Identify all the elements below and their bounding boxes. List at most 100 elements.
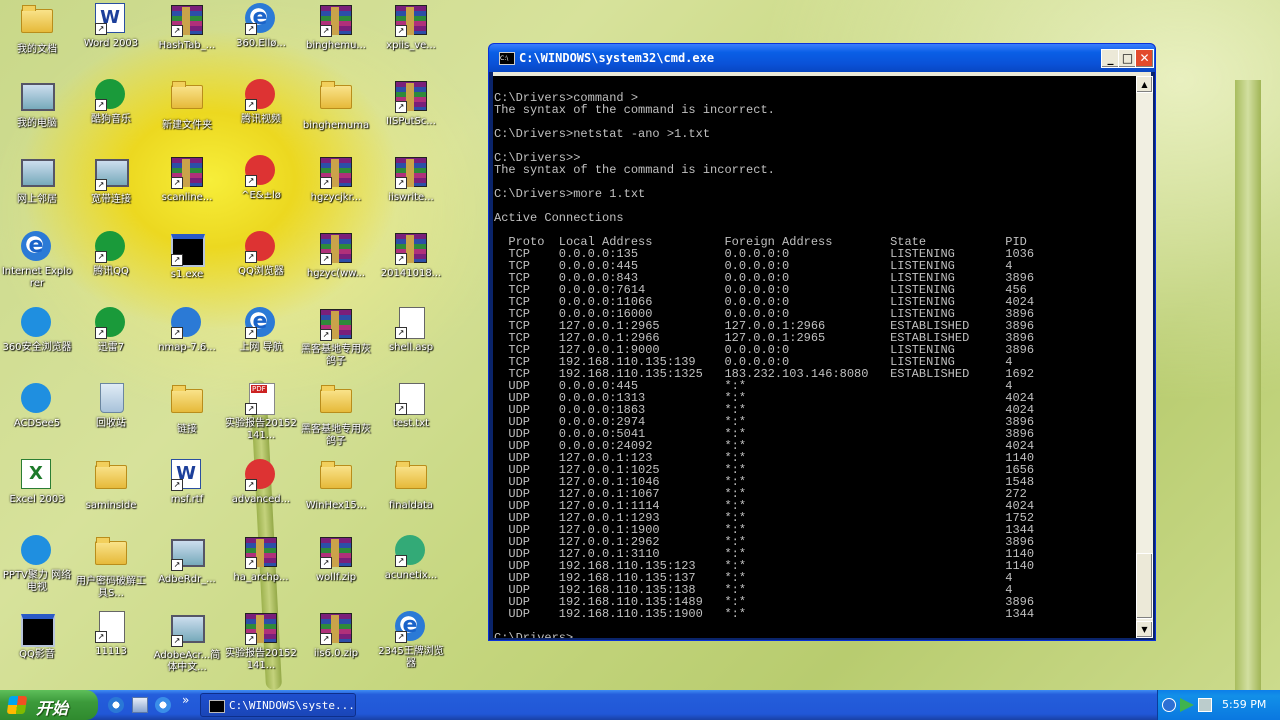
ie-icon: e ↗: [245, 3, 277, 35]
close-button[interactable]: ✕: [1135, 49, 1154, 68]
desktop-icon[interactable]: ↗ shell.asp: [374, 307, 448, 354]
desktop-icon[interactable]: binghemuma: [299, 79, 373, 132]
rar-icon: ↗: [320, 537, 352, 569]
desktop-icon-label: QQ影音: [19, 649, 55, 660]
desktop-icon[interactable]: ↗ 11113: [74, 611, 148, 658]
shortcut-arrow-icon: ↗: [245, 327, 257, 339]
desktop-icon[interactable]: finaldata: [374, 459, 448, 512]
scroll-up-button[interactable]: ▲: [1136, 76, 1153, 93]
shortcut-arrow-icon: ↗: [395, 555, 407, 567]
desktop-icon[interactable]: ↗ 宽带连接: [74, 155, 148, 206]
desktop-quicklaunch-icon[interactable]: [132, 697, 148, 713]
desktop-icon[interactable]: 360安全浏览器: [0, 307, 74, 354]
desktop-icon[interactable]: e ↗ 2345王牌浏览器: [374, 611, 448, 670]
desktop-icon[interactable]: ↗ AdbeRdr_...: [150, 535, 224, 586]
desktop-icon[interactable]: 我的电脑: [0, 79, 74, 130]
desktop-icon[interactable]: ↗ HashTab_...: [150, 3, 224, 52]
desktop-icon[interactable]: PPTV聚力 网络电视: [0, 535, 74, 594]
desktop-icon[interactable]: e ↗ 360.Ellø...: [224, 3, 298, 50]
desktop-icon[interactable]: ↗ iis6.0.zip: [299, 611, 373, 660]
desktop-icon-label: binghemuma: [302, 120, 370, 131]
console-output[interactable]: C:\Drivers>command > The syntax of the c…: [493, 76, 1136, 638]
desktop-icon-label: nmap-7.6...: [158, 342, 216, 353]
desktop-icon[interactable]: ↗ 黑客基地专用灰鸽子: [299, 307, 373, 368]
cmd-title-bar[interactable]: C:\ C:\WINDOWS\system32\cmd.exe _ □ ✕: [489, 44, 1155, 72]
desktop-icon[interactable]: ↗ s1.exe: [150, 231, 224, 281]
folder-icon: [95, 461, 127, 497]
desktop-icon[interactable]: ↗ 迅雷7: [74, 307, 148, 354]
desktop-icon[interactable]: W ↗ Word 2003: [74, 3, 148, 50]
desktop-icon[interactable]: ↗ wollf.zip: [299, 535, 373, 584]
browser-quicklaunch-icon[interactable]: [155, 697, 171, 713]
desktop-icon[interactable]: ↗ IISPutSc...: [374, 79, 448, 128]
pc-icon: ↗: [171, 539, 205, 571]
shortcut-arrow-icon: ↗: [320, 329, 332, 341]
desktop-icon[interactable]: saminside: [74, 459, 148, 512]
word-icon: W ↗: [171, 459, 203, 491]
desktop-icon[interactable]: ↗ nmap-7.6...: [150, 307, 224, 354]
desktop-icon-label: 360安全浏览器: [2, 342, 72, 353]
desktop-icon[interactable]: ↗ hgzyc(ww...: [299, 231, 373, 280]
tray-collapse-icon[interactable]: [1162, 698, 1176, 712]
desktop-icon[interactable]: 黑客基地专用灰鸽子: [299, 383, 373, 448]
rar-icon: ↗: [395, 157, 427, 189]
desktop-icon-label: 实验报告20152141...: [225, 648, 297, 671]
rar-icon: ↗: [395, 5, 427, 37]
desktop-icon[interactable]: ↗ ^E&±lø: [224, 155, 298, 202]
desktop-icon[interactable]: ↗ test.txt: [374, 383, 448, 430]
cmd-window[interactable]: C:\ C:\WINDOWS\system32\cmd.exe _ □ ✕ C:…: [488, 43, 1156, 641]
desktop-icon[interactable]: ↗ scanline...: [150, 155, 224, 204]
clock[interactable]: 5:59 PM: [1222, 698, 1266, 711]
shortcut-arrow-icon: ↗: [171, 479, 183, 491]
scroll-thumb[interactable]: [1136, 553, 1153, 619]
desktop-icon[interactable]: 网上邻居: [0, 155, 74, 206]
desktop-icon[interactable]: 回收站: [74, 383, 148, 430]
desktop-icon[interactable]: ↗ 腾讯视频: [224, 79, 298, 126]
desktop-icon[interactable]: ↗ AdobeAcr...简体中文...: [150, 611, 224, 674]
desktop-icon[interactable]: ↗ 实验报告20152141...: [224, 611, 298, 672]
doc-icon: ↗: [395, 383, 427, 415]
desktop-icon[interactable]: ↗ ha_archp...: [224, 535, 298, 584]
desktop-icon[interactable]: ↗ hgzycjkr...: [299, 155, 373, 204]
desktop-icon[interactable]: ↗ 酷狗音乐: [74, 79, 148, 126]
round-icon: ↗: [95, 307, 127, 339]
desktop-icon[interactable]: 我的文档: [0, 3, 74, 56]
cmd-window-icon[interactable]: C:\: [499, 52, 515, 65]
desktop-icon[interactable]: ↗ binghemu...: [299, 3, 373, 52]
start-button[interactable]: 开始: [0, 690, 98, 720]
vertical-scrollbar[interactable]: ▲ ▼: [1136, 76, 1153, 638]
ie-icon: e: [21, 231, 53, 263]
vmware-tray-icon[interactable]: [1198, 698, 1212, 712]
desktop-icon-label: IISPutSc...: [386, 116, 436, 127]
desktop-icon[interactable]: W ↗ msf.rtf: [150, 459, 224, 506]
shortcut-arrow-icon: ↗: [245, 99, 257, 111]
desktop-icon[interactable]: ACDSee5: [0, 383, 74, 430]
desktop-icon[interactable]: ↗ iiswrite...: [374, 155, 448, 204]
scroll-down-button[interactable]: ▼: [1136, 621, 1153, 638]
quicklaunch-chevron[interactable]: »: [182, 693, 189, 707]
desktop-icon[interactable]: X Excel 2003: [0, 459, 74, 506]
round-icon: [21, 383, 53, 415]
desktop-icon[interactable]: ↗ 腾讯QQ: [74, 231, 148, 278]
desktop-icon[interactable]: ↗ 20141018...: [374, 231, 448, 280]
desktop-icon[interactable]: ↗ 实验报告20152141...: [224, 383, 298, 442]
desktop-icon[interactable]: WinHex15...: [299, 459, 373, 512]
desktop-icon[interactable]: ↗ xpiis_ve...: [374, 3, 448, 52]
desktop-icon[interactable]: 新建文件夹: [150, 79, 224, 132]
desktop-icon[interactable]: 链接: [150, 383, 224, 436]
desktop-icon[interactable]: 用户密码破解工具S...: [74, 535, 148, 600]
desktop-icon-label: Word 2003: [83, 38, 139, 49]
desktop-icon-label: ACDSee5: [13, 418, 61, 429]
task-cmd[interactable]: C:\WINDOWS\syste...: [200, 693, 356, 717]
ie-quicklaunch-icon[interactable]: [108, 697, 124, 713]
desktop-icon[interactable]: QQ影音: [0, 611, 74, 661]
doc-icon: ↗: [395, 307, 427, 339]
desktop-icon[interactable]: e ↗ 上网 导航: [224, 307, 298, 354]
desktop-icon[interactable]: ↗ acunetix...: [374, 535, 448, 582]
media-tray-icon[interactable]: [1180, 698, 1194, 712]
desktop-icon[interactable]: ↗ advanced...: [224, 459, 298, 506]
shortcut-arrow-icon: ↗: [245, 633, 257, 645]
desktop-icon-label: AdbeRdr_...: [158, 574, 216, 585]
desktop-icon[interactable]: e Internet Explorer: [0, 231, 74, 290]
desktop-icon[interactable]: ↗ QQ浏览器: [224, 231, 298, 278]
